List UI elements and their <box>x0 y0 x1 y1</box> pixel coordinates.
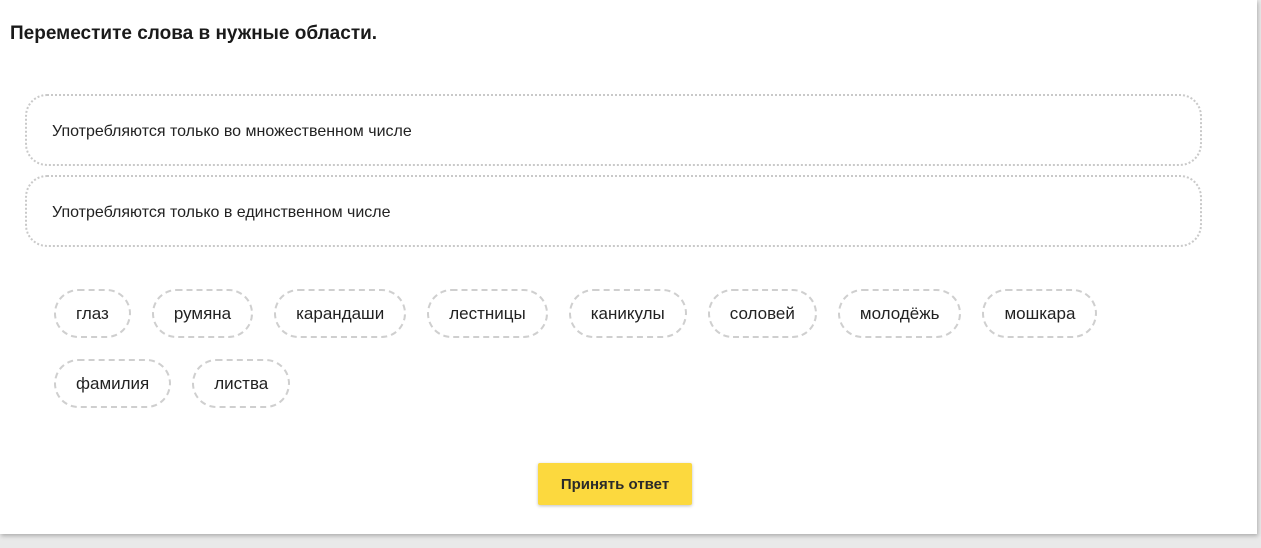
word-bank: глаз румяна карандаши лестницы каникулы … <box>54 289 1134 408</box>
submit-answer-button[interactable]: Принять ответ <box>538 463 692 505</box>
word-chip[interactable]: карандаши <box>274 289 407 338</box>
word-chip[interactable]: лестницы <box>427 289 548 338</box>
word-chip[interactable]: молодёжь <box>837 289 962 338</box>
word-chip[interactable]: глаз <box>54 289 131 338</box>
drop-zone-label: Употребляются только во множественном чи… <box>52 123 412 140</box>
word-chip[interactable]: листва <box>192 359 291 408</box>
drop-zone-plural[interactable]: Употребляются только во множественном чи… <box>25 94 1202 166</box>
word-chip[interactable]: мошкара <box>982 289 1098 338</box>
word-chip[interactable]: каникулы <box>568 289 687 338</box>
exercise-card: Переместите слова в нужные области. Упот… <box>0 0 1257 534</box>
task-title: Переместите слова в нужные области. <box>10 23 378 44</box>
word-chip[interactable]: румяна <box>151 289 254 338</box>
drop-zone-singular[interactable]: Употребляются только в единственном числ… <box>25 175 1202 247</box>
word-chip[interactable]: фамилия <box>54 359 172 408</box>
word-chip[interactable]: соловей <box>707 289 817 338</box>
drop-zone-label: Употребляются только в единственном числ… <box>52 204 391 221</box>
